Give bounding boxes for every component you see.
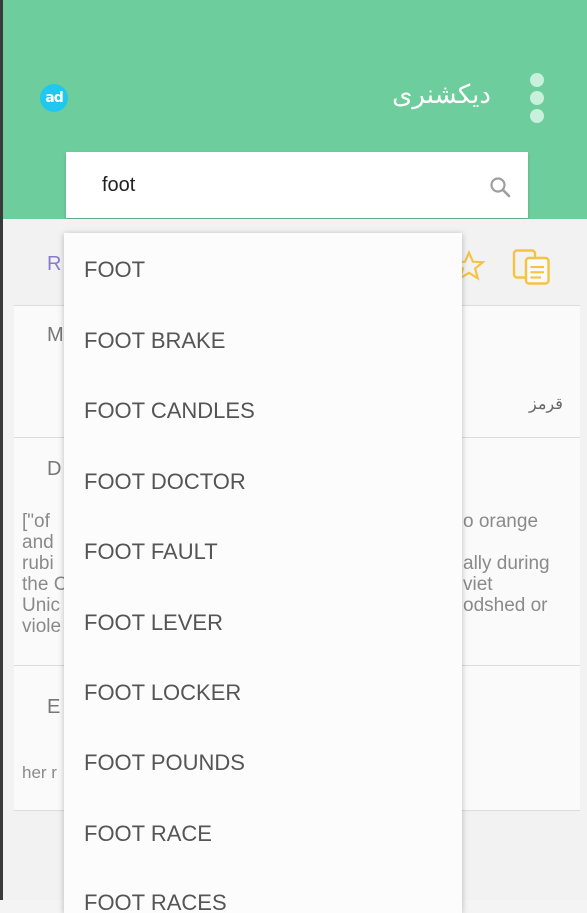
example-text: her r bbox=[22, 763, 57, 782]
suggestion-item[interactable]: FOOT LOCKER bbox=[84, 680, 241, 706]
search-icon[interactable] bbox=[488, 175, 512, 199]
suggestion-item[interactable]: FOOT RACES bbox=[84, 890, 227, 913]
suggestion-item[interactable]: FOOT LEVER bbox=[84, 610, 223, 636]
definition-text-line: viet bbox=[463, 574, 493, 595]
meaning-initial: M bbox=[47, 324, 64, 346]
suggestion-item[interactable]: FOOT DOCTOR bbox=[84, 469, 246, 495]
definition-text-line: o orange bbox=[463, 511, 539, 532]
app-header: ad دیکشنری bbox=[0, 0, 587, 219]
ad-icon[interactable]: ad bbox=[40, 84, 68, 112]
example-initial: E bbox=[47, 696, 61, 718]
definition-text-line: ["of bbox=[22, 511, 50, 532]
definition-text-line: viole bbox=[22, 616, 62, 637]
suggestion-item[interactable]: FOOT RACE bbox=[84, 821, 212, 847]
search-input[interactable] bbox=[102, 170, 462, 200]
window-edge bbox=[0, 0, 3, 900]
more-vertical-icon[interactable] bbox=[530, 73, 544, 123]
definition-text-line: the C bbox=[22, 574, 68, 595]
copy-icon[interactable] bbox=[511, 247, 553, 287]
word-initial: R bbox=[47, 253, 62, 275]
suggestion-dropdown: FOOT FOOT BRAKE FOOT CANDLES FOOT DOCTOR… bbox=[64, 233, 462, 913]
app-title: دیکشنری bbox=[392, 80, 491, 110]
suggestion-item[interactable]: FOOT CANDLES bbox=[84, 398, 255, 424]
suggestion-item[interactable]: FOOT BRAKE bbox=[84, 328, 225, 354]
definition-text-line: ally during bbox=[463, 553, 550, 574]
suggestion-item[interactable]: FOOT FAULT bbox=[84, 539, 218, 565]
suggestion-item[interactable]: FOOT bbox=[84, 257, 145, 283]
search-box bbox=[66, 152, 528, 218]
definition-initial: D bbox=[47, 458, 62, 480]
definition-text-line: rubi bbox=[22, 553, 54, 574]
definition-text-line: Unic bbox=[22, 595, 61, 616]
definition-text-line: odshed or bbox=[463, 595, 548, 616]
suggestion-item[interactable]: FOOT POUNDS bbox=[84, 750, 245, 776]
definition-text-line: and bbox=[22, 532, 54, 553]
meaning-translation: قرمز bbox=[529, 396, 563, 413]
